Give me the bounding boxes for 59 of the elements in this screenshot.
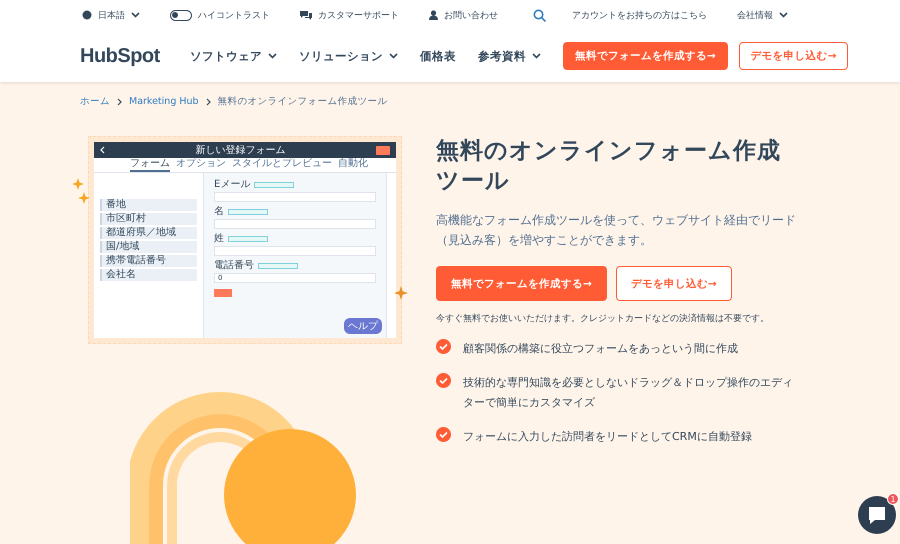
- account-link[interactable]: アカウントをお持ちの方はこちら: [572, 8, 707, 22]
- utility-link[interactable]: 会社情報: [737, 8, 773, 22]
- sparkle-icon: [72, 178, 84, 190]
- field-label: 姓: [214, 233, 224, 245]
- nav-link[interactable]: ソフトウェア: [190, 48, 262, 64]
- breadcrumb-link[interactable]: Marketing Hub: [129, 96, 199, 107]
- property-item[interactable]: 番地: [100, 199, 197, 211]
- feature-text: 技術的な専門知識を必要としないドラッグ＆ドロップ操作のエディターで簡単にカスタマイズ: [463, 375, 793, 411]
- check-icon: [436, 339, 451, 354]
- tab[interactable]: スタイルとプレビュー: [232, 157, 332, 172]
- chevron-right-icon: [117, 98, 122, 106]
- hero-title: 無料のオンラインフォーム作成ツール: [436, 137, 782, 196]
- nav-link[interactable]: ソリューション: [298, 48, 383, 64]
- property-tag: [228, 236, 268, 242]
- input-field[interactable]: [214, 219, 376, 229]
- toggle-switch[interactable]: [170, 10, 192, 20]
- breadcrumb-link[interactable]: ホーム: [80, 95, 110, 108]
- hero-description: 高機能なフォーム作成ツールを使って、ウェブサイト経由でリード（見込み客）を増やすことができます。: [436, 212, 796, 249]
- property-item[interactable]: 国/地域: [100, 241, 197, 253]
- chevron-down-icon: [779, 12, 788, 18]
- input-field[interactable]: [214, 246, 376, 256]
- chevron-left-icon: [100, 146, 105, 154]
- property-item[interactable]: 都道府県／地域: [100, 227, 197, 239]
- property-tag: [258, 263, 298, 269]
- check-icon: [436, 373, 451, 388]
- tab[interactable]: 自動化: [338, 157, 368, 172]
- notification-badge: 1: [887, 493, 899, 505]
- chat-icon: [300, 10, 312, 20]
- nav-link[interactable]: 価格表: [420, 48, 456, 64]
- sparkle-icon: [78, 192, 90, 204]
- chat-bubble-icon: [867, 506, 887, 525]
- property-tag: [254, 182, 294, 188]
- feature-text: フォームに入力した訪問者をリードとしてCRMに自動登録: [463, 429, 753, 445]
- input-field[interactable]: [214, 192, 376, 202]
- feature-text: 顧客関係の構築に役立つフォームをあっという間に作成: [463, 341, 739, 357]
- sparkle-icon: [394, 286, 408, 300]
- form-title: 新しい登録フォーム: [196, 144, 286, 157]
- property-item[interactable]: 携帯電話番号: [100, 255, 197, 267]
- utility-link[interactable]: カスタマーサポート: [318, 8, 399, 22]
- help-button[interactable]: ヘルプ: [344, 318, 382, 334]
- note-text: 今すぐ無料でお使いいただけます。クレジットカードなどの決済情報は不要です。: [436, 312, 770, 325]
- nav-link[interactable]: 参考資料: [478, 48, 526, 64]
- field-label: 名: [214, 206, 224, 218]
- property-item[interactable]: 市区町村: [100, 213, 197, 225]
- check-icon: [436, 427, 451, 442]
- search-icon: [533, 8, 546, 22]
- person-icon: [429, 10, 438, 20]
- property-item[interactable]: 会社名: [100, 269, 197, 281]
- chevron-down-icon: [131, 12, 140, 18]
- utility-link[interactable]: お問い合わせ: [444, 8, 498, 22]
- field-label: 電話番号: [214, 260, 254, 272]
- field-label: Eメール: [214, 179, 250, 191]
- toggle-label[interactable]: ハイコントラスト: [198, 8, 270, 22]
- chevron-right-icon: [206, 98, 211, 106]
- logo[interactable]: HubSpot: [80, 44, 160, 68]
- property-tag: [228, 209, 268, 215]
- utility-link[interactable]: 日本語: [98, 8, 125, 22]
- breadcrumb-current: 無料のオンラインフォーム作成ツール: [218, 95, 388, 108]
- tab[interactable]: オプション: [176, 157, 226, 172]
